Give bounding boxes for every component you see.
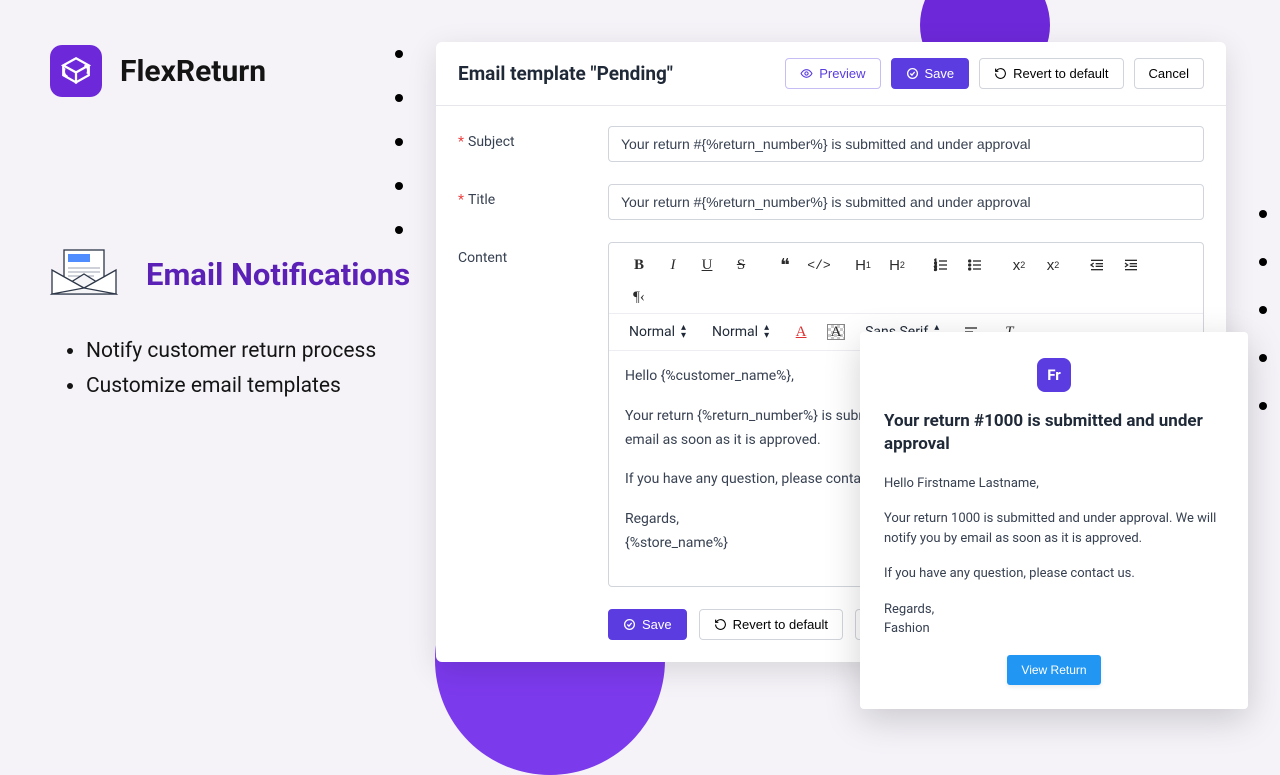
brand-name: FlexReturn — [120, 54, 266, 89]
bold-icon[interactable]: B — [627, 253, 651, 277]
decorative-dot — [1259, 306, 1267, 314]
decorative-dot — [1259, 210, 1267, 218]
preview-button[interactable]: Preview — [785, 58, 880, 89]
title-input[interactable] — [608, 184, 1204, 220]
size-select[interactable]: Normal▴▾ — [706, 320, 775, 344]
email-preview: Fr Your return #1000 is submitted and un… — [860, 332, 1248, 709]
undo-icon — [994, 67, 1007, 80]
quote-icon[interactable]: ❝ — [773, 253, 797, 277]
svg-text:3: 3 — [934, 267, 937, 272]
preview-line: Your return 1000 is submitted and under … — [884, 509, 1224, 548]
feature-block: Email Notifications Notify customer retu… — [42, 232, 422, 403]
title-label: *Title — [458, 184, 608, 208]
card-title: Email template "Pending" — [458, 62, 673, 85]
style-select[interactable]: Normal▴▾ — [623, 320, 692, 344]
decorative-dot — [395, 182, 403, 190]
feature-bullet: Customize email templates — [86, 369, 422, 404]
superscript-icon[interactable]: x2 — [1041, 253, 1065, 277]
preview-button-label: Preview — [819, 66, 865, 81]
decorative-dot — [1259, 354, 1267, 362]
preview-title: Your return #1000 is submitted and under… — [884, 410, 1224, 456]
eye-icon — [800, 67, 813, 80]
save-button-label: Save — [642, 617, 672, 632]
ordered-list-icon[interactable]: 123 — [929, 253, 953, 277]
revert-button-bottom[interactable]: Revert to default — [699, 609, 843, 640]
envelope-icon — [42, 232, 126, 316]
indent-icon[interactable] — [1119, 253, 1143, 277]
preview-line: Hello Firstname Lastname, — [884, 474, 1224, 494]
underline-icon[interactable]: U — [695, 253, 719, 277]
decorative-dot — [1259, 258, 1267, 266]
decorative-dot — [395, 50, 403, 58]
save-button-bottom[interactable]: Save — [608, 609, 687, 640]
check-circle-icon — [906, 67, 919, 80]
feature-title: Email Notifications — [146, 256, 410, 293]
preview-line: If you have any question, please contact… — [884, 564, 1224, 584]
subscript-icon[interactable]: x2 — [1007, 253, 1031, 277]
feature-list: Notify customer return process Customize… — [86, 334, 422, 403]
subject-input[interactable] — [608, 126, 1204, 162]
decorative-dot — [395, 94, 403, 102]
preview-line: Regards,Fashion — [884, 600, 1224, 639]
outdent-icon[interactable] — [1085, 253, 1109, 277]
subject-label: *Subject — [458, 126, 608, 150]
revert-button-label: Revert to default — [1013, 66, 1108, 81]
save-button-label: Save — [925, 66, 955, 81]
highlight-icon[interactable]: A — [827, 324, 845, 340]
brand: FlexReturn — [50, 45, 266, 97]
content-label: Content — [458, 242, 608, 266]
text-color-icon[interactable]: A — [789, 320, 813, 344]
feature-bullet: Notify customer return process — [86, 334, 422, 369]
direction-icon[interactable]: ¶‹ — [627, 285, 651, 309]
decorative-dot — [395, 138, 403, 146]
revert-button[interactable]: Revert to default — [979, 58, 1123, 89]
save-button[interactable]: Save — [891, 58, 970, 89]
code-icon[interactable]: </> — [807, 253, 831, 277]
h1-icon[interactable]: H1 — [851, 253, 875, 277]
revert-button-label: Revert to default — [733, 617, 828, 632]
strike-icon[interactable]: S — [729, 253, 753, 277]
brand-logo-icon — [50, 45, 102, 97]
cancel-button-label: Cancel — [1149, 66, 1189, 81]
decorative-dot — [1259, 402, 1267, 410]
check-circle-icon — [623, 618, 636, 631]
h2-icon[interactable]: H2 — [885, 253, 909, 277]
undo-icon — [714, 618, 727, 631]
italic-icon[interactable]: I — [661, 253, 685, 277]
preview-logo-icon: Fr — [1037, 358, 1071, 392]
view-return-button[interactable]: View Return — [1007, 655, 1100, 685]
bullet-list-icon[interactable] — [963, 253, 987, 277]
cancel-button[interactable]: Cancel — [1134, 58, 1204, 89]
